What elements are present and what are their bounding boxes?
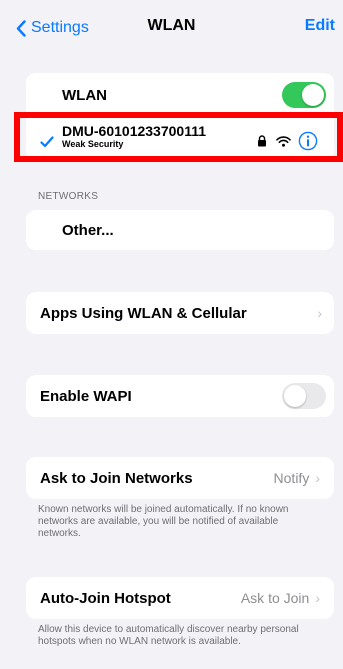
wapi-toggle[interactable] <box>282 383 326 409</box>
connected-network-row[interactable]: DMU-60101233700111 Weak Security <box>26 117 334 161</box>
chevron-right-icon: › <box>317 305 322 321</box>
auto-join-value-text: Ask to Join <box>240 590 310 606</box>
page-title: WLAN <box>147 17 196 34</box>
lock-icon <box>258 135 266 147</box>
chevron-right-icon: › <box>315 470 320 486</box>
auto-join-value: Ask to Join › <box>241 590 320 606</box>
ask-join-value-text: Notify <box>273 470 310 486</box>
wifi-icon <box>276 136 291 147</box>
wapi-card: Enable WAPI <box>26 375 334 417</box>
network-name: DMU-60101233700111 <box>62 123 207 139</box>
edit-button[interactable]: Edit <box>305 17 335 35</box>
ask-join-value: Notify › <box>274 470 320 486</box>
networks-card: Other... <box>26 210 334 250</box>
wlan-card: WLAN DMU-60101233700111 Weak Security <box>26 73 334 161</box>
other-network-label: Other... <box>62 221 114 239</box>
apps-using-row[interactable]: Apps Using WLAN & Cellular › <box>26 292 334 334</box>
networks-section-header: NETWORKS <box>38 191 99 202</box>
apps-using-label: Apps Using WLAN & Cellular <box>40 304 247 322</box>
wlan-toggle[interactable] <box>282 82 326 108</box>
auto-join-footer: Allow this device to automatically disco… <box>38 624 299 647</box>
auto-join-row[interactable]: Auto-Join Hotspot Ask to Join › <box>26 577 334 619</box>
other-network-row[interactable]: Other... <box>26 210 334 250</box>
ask-join-row[interactable]: Ask to Join Networks Notify › <box>26 457 334 499</box>
toggle-knob <box>302 84 324 106</box>
ask-join-label: Ask to Join Networks <box>40 469 193 487</box>
network-security-label: Weak Security <box>62 139 124 149</box>
toggle-knob <box>284 385 306 407</box>
auto-join-label: Auto-Join Hotspot <box>40 589 171 607</box>
navigation-bar: Settings WLAN Edit <box>0 0 343 56</box>
apps-using-card: Apps Using WLAN & Cellular › <box>26 292 334 334</box>
ask-join-footer: Known networks will be joined automatica… <box>38 504 289 539</box>
auto-join-card: Auto-Join Hotspot Ask to Join › <box>26 577 334 619</box>
chevron-right-icon: › <box>315 590 320 606</box>
wlan-toggle-label: WLAN <box>62 86 107 104</box>
ask-join-card: Ask to Join Networks Notify › <box>26 457 334 499</box>
wapi-label: Enable WAPI <box>40 387 132 405</box>
checkmark-icon <box>40 136 54 148</box>
info-icon[interactable] <box>298 131 318 151</box>
